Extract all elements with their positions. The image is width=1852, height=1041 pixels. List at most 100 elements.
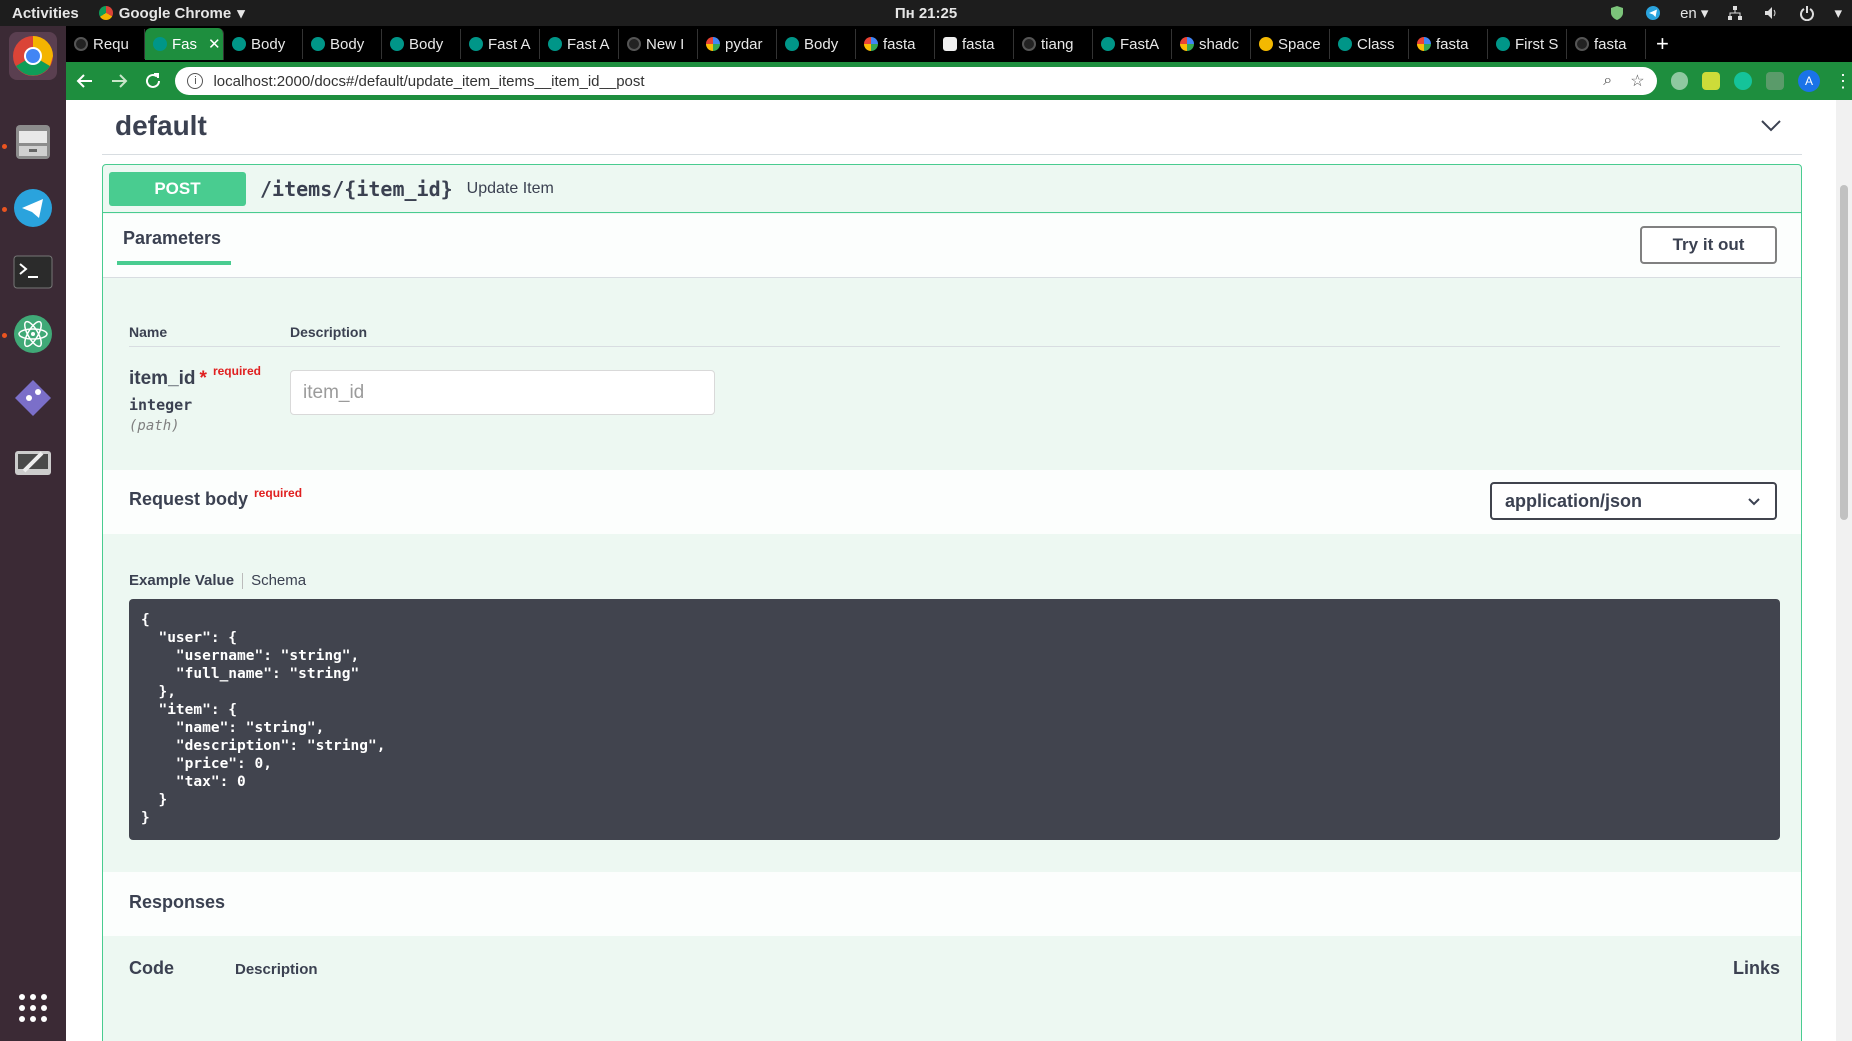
example-json[interactable]: { "user": { "username": "string", "full_… [129,599,1780,840]
browser-tab[interactable]: Requ [66,29,145,59]
browser-tab[interactable]: FastA [1093,29,1172,59]
dock-system-tools[interactable] [9,438,57,486]
extension-icon[interactable] [1702,72,1721,90]
reload-icon [145,73,160,88]
extension-globe-icon[interactable] [1670,72,1689,90]
browser-tab[interactable]: tiang [1014,29,1093,59]
more-menu-icon[interactable]: ⋮ [1834,71,1852,92]
shield-icon[interactable] [1608,5,1626,21]
clock[interactable]: Пн 21:25 [895,5,957,22]
tab-example-value[interactable]: Example Value [129,572,242,589]
tab-label: Requ [93,35,129,53]
power-icon[interactable] [1798,5,1816,21]
request-body-header: Request body required application/json [103,470,1801,534]
tab-label: Space [1278,35,1321,53]
browser-tab[interactable]: Body [224,29,303,59]
back-button[interactable] [70,66,100,96]
content-type-select[interactable]: application/json [1490,482,1777,520]
operation-summary[interactable]: POST /items/{item_id} Update Item [103,165,1801,213]
browser-tab[interactable]: Body [777,29,856,59]
grammarly-icon[interactable] [1734,72,1753,90]
app-menu[interactable]: Google Chrome ▾ [98,4,245,22]
tab-label: Fast A [488,35,531,53]
running-indicator [2,333,7,338]
bookmark-star-icon[interactable]: ☆ [1630,71,1644,91]
running-indicator [2,207,7,212]
dock-atom[interactable] [9,310,57,358]
dock-git-app[interactable] [9,374,57,422]
parameters-tab[interactable]: Parameters [117,228,231,265]
google-icon [864,37,878,51]
browser-tab[interactable]: Fast A [461,29,540,59]
tab-schema[interactable]: Schema [243,572,306,589]
browser-tab[interactable]: fasta [1567,29,1646,59]
scrollbar-thumb[interactable] [1840,185,1848,520]
new-tab-button[interactable]: + [1646,31,1679,57]
volume-icon[interactable] [1762,5,1780,21]
chevron-down-icon[interactable] [1760,114,1782,136]
dock-terminal[interactable] [9,248,57,296]
extension-puzzle-icon[interactable] [1766,72,1785,90]
network-icon[interactable] [1726,5,1744,21]
google-icon [706,37,720,51]
browser-tab[interactable]: fasta [1409,29,1488,59]
browser-tab[interactable]: First S [1488,29,1567,59]
fastapi-icon [390,37,404,51]
browser-tab[interactable]: shadc [1172,29,1251,59]
dock-files[interactable] [9,118,57,166]
item-id-input[interactable] [290,370,715,415]
page-scrollbar[interactable] [1836,100,1852,1041]
forward-button[interactable] [104,66,134,96]
github-icon [74,37,88,51]
close-icon[interactable]: ✕ [208,35,221,53]
parameters-table-header: Name Description [129,322,1780,347]
fastapi-icon [548,37,562,51]
parameter-location: (path) [129,418,180,434]
system-top-bar: Activities Google Chrome ▾ Пн 21:25 en ▾… [0,0,1852,26]
app-menu-label: Google Chrome [118,4,232,22]
content-type-value: application/json [1505,490,1643,511]
language-indicator[interactable]: en ▾ [1680,4,1708,22]
chrome-icon [98,6,113,20]
browser-tab[interactable]: pydar [698,29,777,59]
browser-tab-active[interactable]: Fas ✕ [145,28,224,60]
show-applications[interactable] [9,984,57,1032]
operation-block: POST /items/{item_id} Update Item Parame… [102,164,1802,1041]
profile-avatar[interactable]: A [1798,70,1820,92]
responses-header: Responses [103,872,1801,936]
address-bar[interactable]: i localhost:2000/docs#/default/update_it… [175,67,1657,95]
zoom-icon[interactable]: ⌕ [1603,72,1612,90]
dock-telegram[interactable] [9,184,57,232]
tab-label: Body [804,35,839,53]
column-code: Code [129,958,174,978]
browser-tab[interactable]: Class [1330,29,1409,59]
chrome-icon [13,36,53,76]
browser-tab[interactable]: Body [303,29,382,59]
parameter-type: integer [129,396,193,414]
tab-label: Body [409,35,444,53]
terminal-icon [13,255,53,289]
example-schema-tabs: Example Value Schema [129,572,306,589]
reload-button[interactable] [138,66,168,96]
browser-tab[interactable]: fasta [856,29,935,59]
google-icon [1417,37,1431,51]
tab-label: fasta [1594,35,1627,53]
tab-label: New I [646,35,685,53]
telegram-tray-icon[interactable] [1644,5,1662,21]
browser-tab[interactable]: fasta [935,29,1014,59]
browser-tab[interactable]: Space [1251,29,1330,59]
info-icon[interactable]: i [187,73,204,89]
parameter-name-label: item_id [129,368,196,389]
dock-chrome[interactable] [9,32,57,80]
tag-section-header[interactable]: default [102,100,1802,155]
activities-button[interactable]: Activities [12,5,79,22]
url-text[interactable]: localhost:2000/docs#/default/update_item… [213,73,1585,90]
try-it-out-button[interactable]: Try it out [1640,226,1777,264]
browser-tab[interactable]: New I [619,29,698,59]
page-viewport: default POST /items/{item_id} Update Ite… [66,100,1852,1041]
required-star: * [199,368,207,389]
browser-tab[interactable]: Fast A [540,29,619,59]
tag-title: default [115,110,207,141]
browser-tab[interactable]: Body [382,29,461,59]
fastapi-icon [469,37,483,51]
